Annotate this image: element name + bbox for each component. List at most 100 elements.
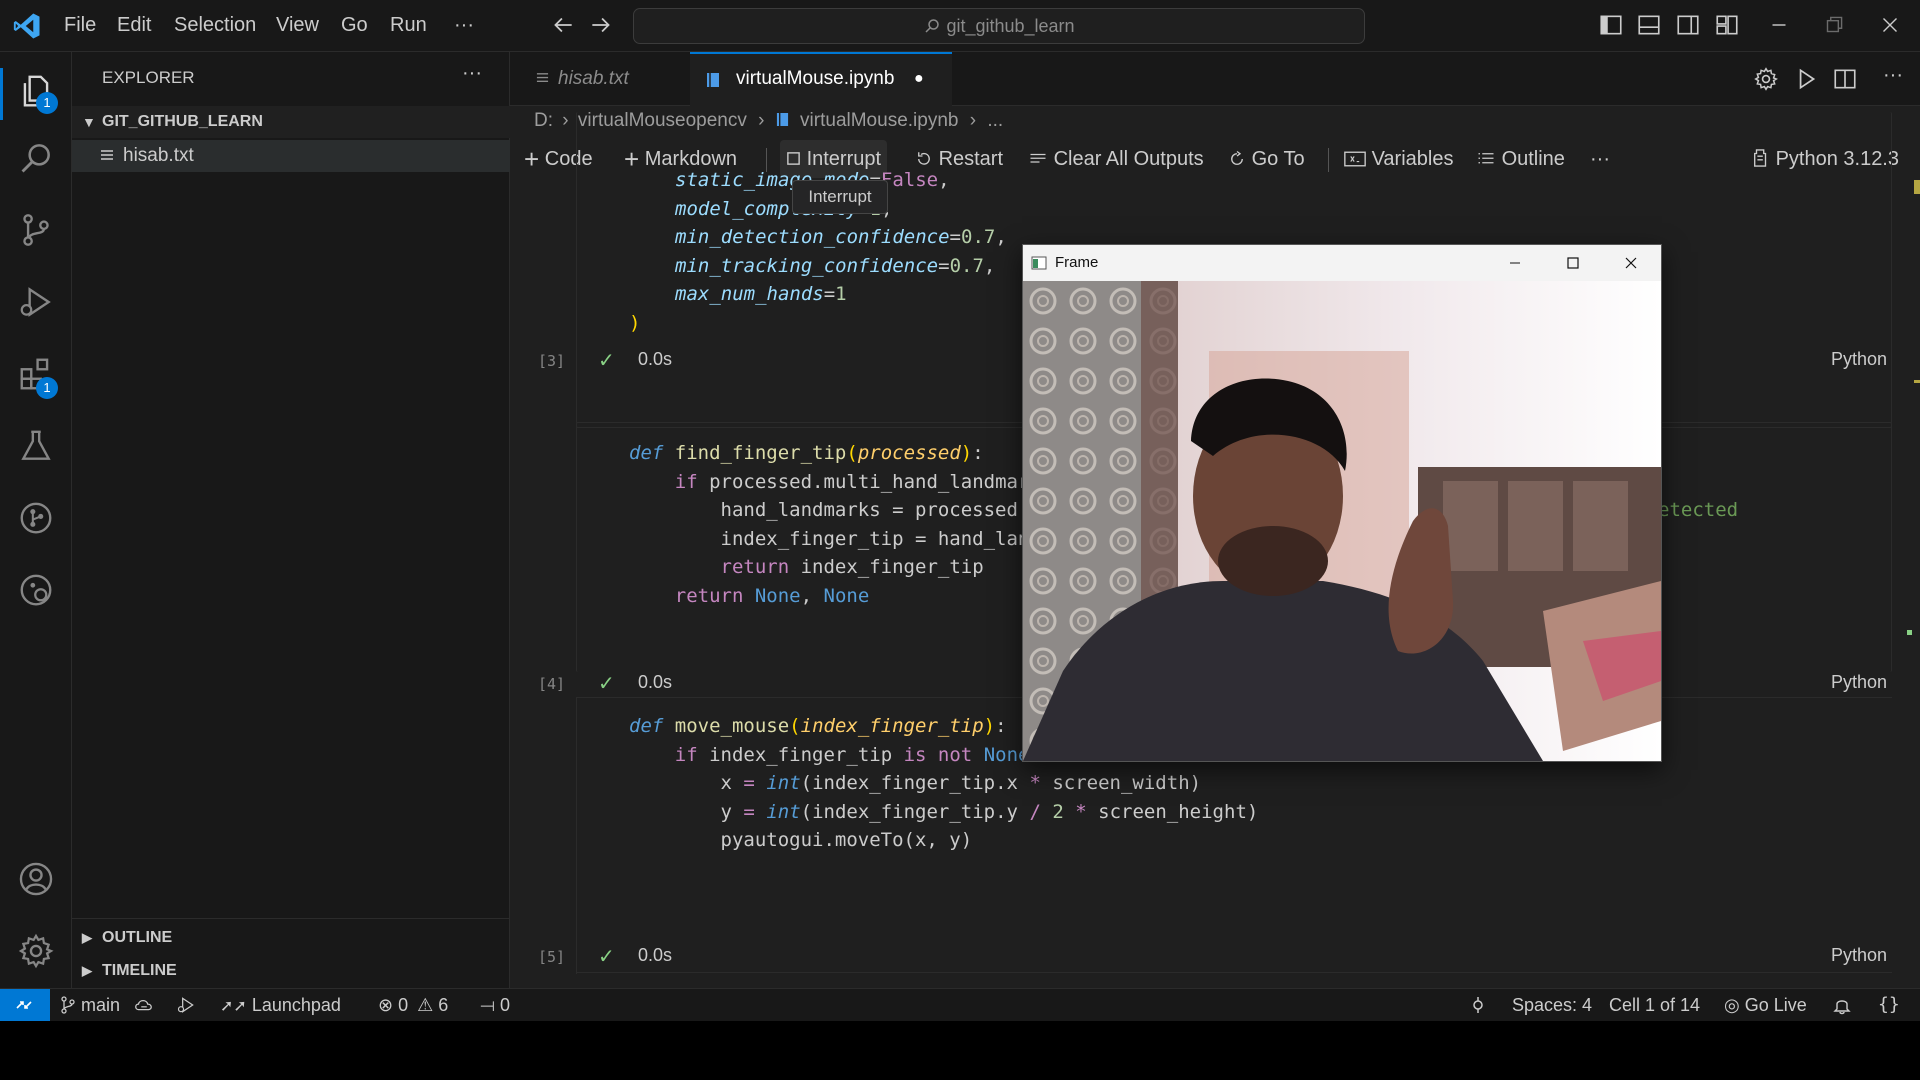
menu-edit[interactable]: Edit bbox=[117, 14, 151, 37]
settings-gear-icon[interactable] bbox=[17, 932, 55, 970]
editor-more-button[interactable]: ··· bbox=[1883, 64, 1903, 87]
chevron-down-icon: ▼ bbox=[82, 114, 96, 130]
command-center[interactable]: git_github_learn bbox=[633, 8, 1365, 44]
notebook-settings-icon[interactable] bbox=[1753, 66, 1779, 92]
webcam-image bbox=[1023, 281, 1661, 761]
sync-cloud-icon[interactable] bbox=[133, 996, 155, 1014]
chevron-right-icon: ▶ bbox=[82, 930, 92, 945]
file-name: hisab.txt bbox=[123, 145, 194, 166]
execution-count: [5] bbox=[538, 948, 566, 966]
tab-label: virtualMouse.ipynb bbox=[736, 68, 895, 89]
command-center-label: git_github_learn bbox=[946, 16, 1075, 36]
explorer-badge: 1 bbox=[36, 92, 58, 114]
notifications-bell-icon[interactable] bbox=[1832, 995, 1852, 1015]
restore-icon[interactable] bbox=[1821, 12, 1847, 38]
chevron-right-icon: ▶ bbox=[82, 963, 92, 978]
menu-view[interactable]: View bbox=[276, 14, 319, 37]
account-icon[interactable] bbox=[17, 860, 55, 898]
search-icon bbox=[925, 19, 940, 33]
execution-count: [3] bbox=[538, 352, 566, 370]
minimize-icon[interactable] bbox=[1766, 12, 1792, 38]
testing-icon[interactable] bbox=[17, 427, 55, 465]
execution-time: 0.0s bbox=[638, 349, 673, 369]
menu-go[interactable]: Go bbox=[341, 14, 368, 37]
divider bbox=[72, 918, 510, 919]
text-file-icon bbox=[536, 73, 549, 82]
folder-name: GIT_GITHUB_LEARN bbox=[102, 113, 263, 130]
close-icon[interactable] bbox=[1877, 12, 1903, 38]
execution-time: 0.0s bbox=[638, 672, 673, 692]
sidebar-title: EXPLORER bbox=[102, 68, 195, 87]
menu-file[interactable]: File bbox=[64, 14, 96, 37]
check-icon: ✓ bbox=[598, 350, 615, 372]
source-control-icon[interactable] bbox=[17, 211, 55, 249]
warning-icon: ⚠ bbox=[417, 995, 434, 1015]
opencv-frame-window[interactable]: Frame bbox=[1022, 244, 1662, 762]
breadcrumb-drive[interactable]: D: bbox=[534, 110, 553, 131]
error-icon: ⊗ bbox=[378, 995, 394, 1015]
menu-selection[interactable]: Selection bbox=[174, 14, 256, 37]
search-icon[interactable] bbox=[17, 139, 55, 177]
folder-header[interactable]: ▼ GIT_GITHUB_LEARN bbox=[72, 106, 510, 138]
problems-indicator[interactable]: ⊗ 0 ⚠ 6 bbox=[378, 989, 448, 1021]
timeline-label: TIMELINE bbox=[102, 962, 177, 979]
launchpad-button[interactable]: ➚➚ Launchpad bbox=[220, 989, 341, 1021]
check-icon: ✓ bbox=[598, 673, 615, 695]
file-item-hisab[interactable]: hisab.txt bbox=[72, 140, 510, 172]
sidebar-more-button[interactable]: ··· bbox=[462, 62, 482, 85]
customize-layout-icon[interactable] bbox=[1714, 12, 1740, 38]
outline-label: OUTLINE bbox=[102, 929, 173, 946]
remote-explorer-icon[interactable] bbox=[17, 571, 55, 609]
language-braces-icon[interactable]: {} bbox=[1878, 989, 1900, 1021]
cell-language[interactable]: Python bbox=[1831, 672, 1887, 693]
branch-indicator[interactable]: main bbox=[60, 989, 120, 1021]
vscode-logo-icon bbox=[13, 13, 40, 39]
minimize-icon[interactable] bbox=[1507, 255, 1523, 271]
git-graph-icon[interactable] bbox=[17, 499, 55, 537]
arrow-right-icon[interactable] bbox=[588, 12, 614, 38]
close-icon[interactable] bbox=[1623, 255, 1639, 271]
tab-virtualmouse[interactable]: virtualMouse.ipynb ● bbox=[690, 52, 952, 107]
menu-run[interactable]: Run bbox=[390, 14, 427, 37]
tab-hisab[interactable]: hisab.txt bbox=[510, 52, 690, 106]
split-editor-icon[interactable] bbox=[1832, 66, 1858, 92]
arrow-left-icon[interactable] bbox=[550, 12, 576, 38]
cell-language[interactable]: Python bbox=[1831, 349, 1887, 370]
cell-separator bbox=[576, 972, 1892, 973]
check-icon: ✓ bbox=[598, 946, 615, 968]
frame-title-bar[interactable]: Frame bbox=[1023, 245, 1661, 281]
outline-section[interactable]: ▶ OUTLINE bbox=[72, 922, 510, 954]
app-window-icon bbox=[1031, 256, 1047, 270]
maximize-icon[interactable] bbox=[1565, 255, 1581, 271]
branch-icon bbox=[61, 996, 75, 1014]
run-debug-icon[interactable] bbox=[17, 283, 55, 321]
toggle-secondary-sidebar-icon[interactable] bbox=[1675, 12, 1701, 38]
execution-count: [4] bbox=[538, 675, 566, 693]
run-all-icon[interactable] bbox=[1793, 66, 1819, 92]
go-live-button[interactable]: ◎ Go Live bbox=[1724, 989, 1807, 1021]
location-icon[interactable] bbox=[1468, 995, 1488, 1015]
active-indicator bbox=[0, 68, 3, 120]
execution-time: 0.0s bbox=[638, 945, 673, 965]
status-bar: main ➚➚ Launchpad ⊗ 0 ⚠ 6 ⟞ 0 Spaces: 4 … bbox=[0, 988, 1920, 1021]
explorer-sidebar: EXPLORER ··· ▼ GIT_GITHUB_LEARN hisab.tx… bbox=[72, 52, 510, 988]
broadcast-icon: ⟞ bbox=[480, 995, 495, 1015]
indentation-indicator[interactable]: Spaces: 4 bbox=[1512, 989, 1592, 1021]
debug-icon[interactable] bbox=[176, 995, 196, 1015]
dirty-indicator[interactable]: ● bbox=[914, 52, 924, 106]
interrupt-tooltip: Interrupt bbox=[792, 180, 888, 214]
plus-icon: + bbox=[524, 144, 540, 174]
rocket-icon: ➚➚ bbox=[220, 998, 247, 1015]
menu-more[interactable]: ··· bbox=[454, 14, 474, 37]
toggle-sidebar-icon[interactable] bbox=[1598, 12, 1624, 38]
tab-label: hisab.txt bbox=[558, 68, 629, 89]
title-bar: File Edit Selection View Go Run ··· git_… bbox=[0, 0, 1920, 52]
cell-position-indicator[interactable]: Cell 1 of 14 bbox=[1609, 989, 1700, 1021]
scrollbar-marker bbox=[1914, 380, 1920, 383]
cell-language[interactable]: Python bbox=[1831, 945, 1887, 966]
ports-indicator[interactable]: ⟞ 0 bbox=[480, 989, 510, 1021]
toggle-panel-icon[interactable] bbox=[1636, 12, 1662, 38]
timeline-section[interactable]: ▶ TIMELINE bbox=[72, 955, 510, 987]
code-comment-overflow: etected bbox=[1658, 499, 1739, 521]
remote-indicator[interactable] bbox=[0, 989, 50, 1021]
